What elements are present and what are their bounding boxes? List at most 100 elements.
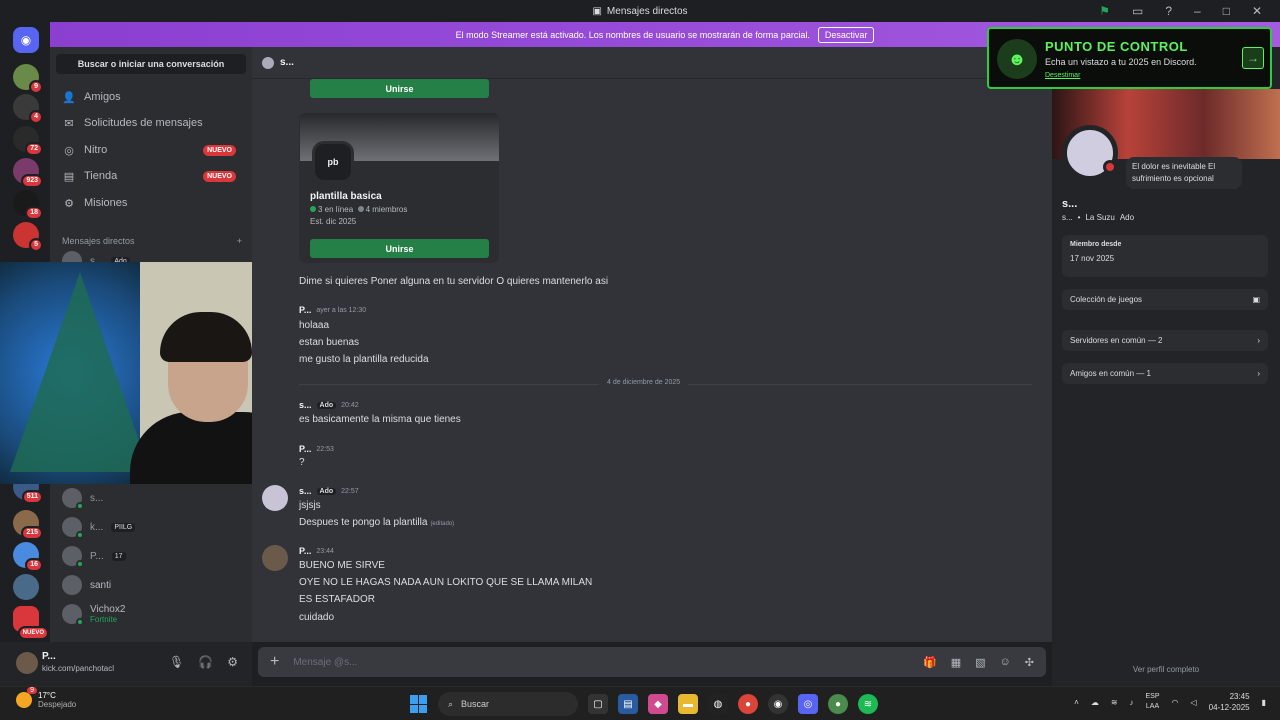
help-icon[interactable]: ? (1165, 4, 1172, 18)
message-input[interactable]: Mensaje @s... (293, 657, 909, 668)
mutual-friends-label: Amigos en común — 1 (1070, 369, 1151, 378)
weather-condition: Despejado (38, 700, 77, 709)
join-button[interactable]: Unirse (310, 79, 489, 98)
notification-icon[interactable]: ▮ (1262, 698, 1266, 707)
store-icon[interactable]: ▤ (618, 694, 638, 714)
wifi-icon[interactable]: ≋ (1111, 698, 1118, 707)
task-view-icon[interactable]: ▢ (588, 694, 608, 714)
taskbar-search-label: Buscar (461, 699, 490, 709)
volume-icon[interactable]: ♪ (1130, 698, 1134, 707)
author-tag: Ado (316, 401, 337, 409)
server-badge: 215 (21, 526, 43, 540)
discord-icon[interactable]: ◎ (798, 694, 818, 714)
apps-icon[interactable]: ✣ (1025, 656, 1034, 669)
dm-item[interactable]: k... PIILG (56, 514, 246, 540)
avatar (62, 517, 84, 539)
spotify-icon[interactable]: ≋ (858, 694, 878, 714)
nav-quests[interactable]: ⚙ Misiones (56, 191, 246, 215)
author-name[interactable]: P... (299, 444, 311, 454)
profile-avatar[interactable] (1062, 125, 1118, 181)
window-controls: ⚑ ▭ ? – □ ✕ (1099, 0, 1280, 22)
view-full-profile-link[interactable]: Ver perfil completo (1052, 665, 1280, 674)
weather-widget[interactable]: 9 17°C Despejado (16, 687, 77, 709)
folder-icon[interactable]: ▬ (678, 694, 698, 714)
nav-shop[interactable]: ▤ Tienda NUEVO (56, 164, 246, 188)
mail-icon: ✉ (64, 117, 74, 130)
add-dm-button[interactable]: + (237, 236, 242, 246)
maximize-button[interactable]: □ (1223, 4, 1230, 18)
server-icon[interactable]: 72 (13, 126, 43, 156)
dm-item[interactable]: santi (56, 572, 246, 598)
speaker-icon[interactable]: ◁ (1191, 698, 1197, 707)
disable-streamer-button[interactable]: Desactivar (817, 26, 875, 43)
app-icon[interactable]: ◍ (708, 694, 728, 714)
server-icon[interactable]: 9 (13, 64, 43, 94)
server-icon[interactable]: 923 (13, 158, 43, 188)
message-author: P... 23:44 (299, 546, 334, 556)
avatar[interactable] (262, 545, 288, 571)
chevron-up-icon[interactable]: ˄ (1074, 698, 1079, 707)
close-button[interactable]: ✕ (1252, 4, 1262, 18)
start-button[interactable] (410, 695, 428, 713)
clock-time: 23:45 (1229, 692, 1250, 701)
settings-icon[interactable]: ⚙ (227, 655, 238, 669)
nav-message-requests[interactable]: ✉ Solicitudes de mensajes (56, 111, 246, 135)
author-name[interactable]: P... (299, 305, 311, 315)
clock[interactable]: 23:45 04-12-2025 (1209, 691, 1250, 713)
minimize-button[interactable]: – (1194, 4, 1201, 18)
copilot-icon[interactable]: ◆ (648, 694, 668, 714)
author-name[interactable]: s... (299, 400, 312, 410)
sticker-icon[interactable]: ▧ (975, 656, 985, 669)
wifi-icon[interactable]: ◠ (1172, 698, 1179, 707)
dm-item[interactable]: Vichox2 Fortnite (56, 601, 246, 627)
server-icon[interactable]: 4 (13, 94, 43, 124)
discord-home-icon[interactable]: ◉ (13, 27, 39, 53)
inbox-icon[interactable]: ▭ (1132, 4, 1143, 18)
search-icon: ⌕ (448, 698, 454, 709)
game-collection[interactable]: Colección de juegos ▣ (1062, 289, 1268, 310)
join-button[interactable]: Unirse (310, 239, 489, 258)
dm-name: P... (90, 550, 104, 562)
avatar[interactable] (262, 485, 288, 511)
avatar[interactable] (16, 652, 38, 674)
server-icon[interactable]: 16 (13, 542, 43, 572)
message-text: jsjsjs (299, 500, 321, 511)
author-name[interactable]: P... (299, 546, 311, 556)
nav-friends[interactable]: 👤 Amigos (56, 85, 246, 109)
chrome-icon[interactable]: ● (828, 694, 848, 714)
profile-username: s... (1062, 213, 1073, 222)
quest-icon: ⚙ (64, 197, 74, 210)
server-icon[interactable]: 215 (13, 510, 43, 540)
window-title-text: Mensajes directos (606, 5, 688, 17)
language-indicator[interactable]: ESP LAA (1146, 692, 1160, 712)
network-icon[interactable]: ☁ (1091, 698, 1099, 707)
emoji-icon[interactable]: ☺ (1000, 656, 1011, 669)
taskbar-search[interactable]: ⌕ Buscar (438, 692, 578, 716)
avatar (62, 575, 82, 595)
server-icon[interactable] (13, 574, 39, 600)
profile-status-bubble: El dolor es inevitable El sufrimiento es… (1126, 157, 1242, 189)
dismiss-link[interactable]: Desestimar (1045, 72, 1080, 79)
add-attachment-icon[interactable]: + (270, 653, 279, 671)
game-collection-label: Colección de juegos (1070, 295, 1143, 304)
headphones-icon[interactable]: 🎧 (198, 655, 213, 669)
search-conversation-button[interactable]: Buscar o iniciar una conversación (56, 54, 246, 74)
dm-item[interactable]: P... 17 (56, 543, 246, 569)
nav-label: Misiones (84, 197, 128, 209)
dm-item[interactable]: s... (56, 485, 246, 511)
obs-icon[interactable]: ◉ (768, 694, 788, 714)
flag-icon[interactable]: ⚑ (1099, 4, 1110, 18)
server-icon[interactable]: NUEVO (13, 606, 49, 640)
mutual-friends[interactable]: Amigos en común — 1 › (1062, 363, 1268, 384)
author-name[interactable]: s... (299, 486, 312, 496)
server-icon[interactable]: 18 (13, 190, 43, 220)
mutual-servers[interactable]: Servidores en común — 2 › (1062, 330, 1268, 351)
microphone-icon[interactable]: 🎙 (169, 655, 184, 669)
gift-icon[interactable]: 🎁 (923, 656, 937, 669)
gif-icon[interactable]: ▦ (951, 656, 961, 669)
server-icon[interactable]: 5 (13, 222, 43, 252)
nav-nitro[interactable]: ◎ Nitro NUEVO (56, 138, 246, 162)
chrome-icon[interactable]: ● (738, 694, 758, 714)
shop-icon: ▤ (63, 170, 75, 183)
arrow-right-icon[interactable]: → (1242, 47, 1264, 69)
